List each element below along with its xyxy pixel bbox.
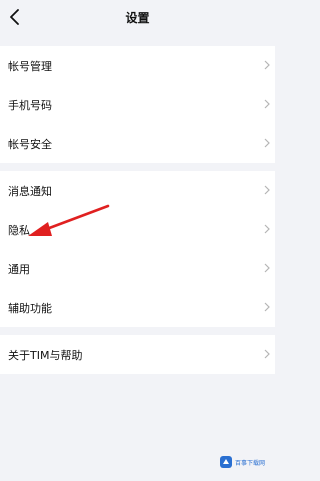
settings-item-label: 手机号码 <box>8 98 52 112</box>
settings-item-privacy[interactable]: 隐私 <box>0 210 275 249</box>
settings-item-general[interactable]: 通用 <box>0 249 275 288</box>
settings-item-label: 隐私 <box>8 223 30 237</box>
settings-item-accessibility[interactable]: 辅助功能 <box>0 288 275 327</box>
settings-group-general: 消息通知 隐私 通用 辅助功能 <box>0 171 275 327</box>
settings-item-about-help[interactable]: 关于TIM与帮助 <box>0 335 275 374</box>
settings-item-label: 关于TIM与帮助 <box>8 348 83 362</box>
chevron-right-icon <box>264 349 270 359</box>
watermark-logo-icon <box>220 456 232 468</box>
chevron-right-icon <box>264 138 270 148</box>
settings-item-label: 辅助功能 <box>8 301 52 315</box>
chevron-right-icon <box>264 263 270 273</box>
top-bar: 设置 <box>0 0 275 40</box>
settings-item-notifications[interactable]: 消息通知 <box>0 171 275 210</box>
settings-item-phone-number[interactable]: 手机号码 <box>0 85 275 124</box>
settings-item-label: 帐号安全 <box>8 137 52 151</box>
chevron-right-icon <box>264 60 270 70</box>
settings-group-about: 关于TIM与帮助 <box>0 335 275 374</box>
page-title: 设置 <box>125 11 150 25</box>
settings-item-account-security[interactable]: 帐号安全 <box>0 124 275 163</box>
settings-item-label: 帐号管理 <box>8 59 52 73</box>
settings-item-label: 通用 <box>8 262 30 276</box>
settings-item-label: 消息通知 <box>8 184 52 198</box>
settings-item-account-management[interactable]: 帐号管理 <box>0 46 275 85</box>
chevron-right-icon <box>264 99 270 109</box>
watermark: 百事下载网 <box>219 451 275 473</box>
watermark-text: 百事下载网 <box>235 459 266 467</box>
chevron-right-icon <box>264 185 270 195</box>
chevron-right-icon <box>264 302 270 312</box>
settings-group-account: 帐号管理 手机号码 帐号安全 <box>0 46 275 163</box>
chevron-right-icon <box>264 224 270 234</box>
